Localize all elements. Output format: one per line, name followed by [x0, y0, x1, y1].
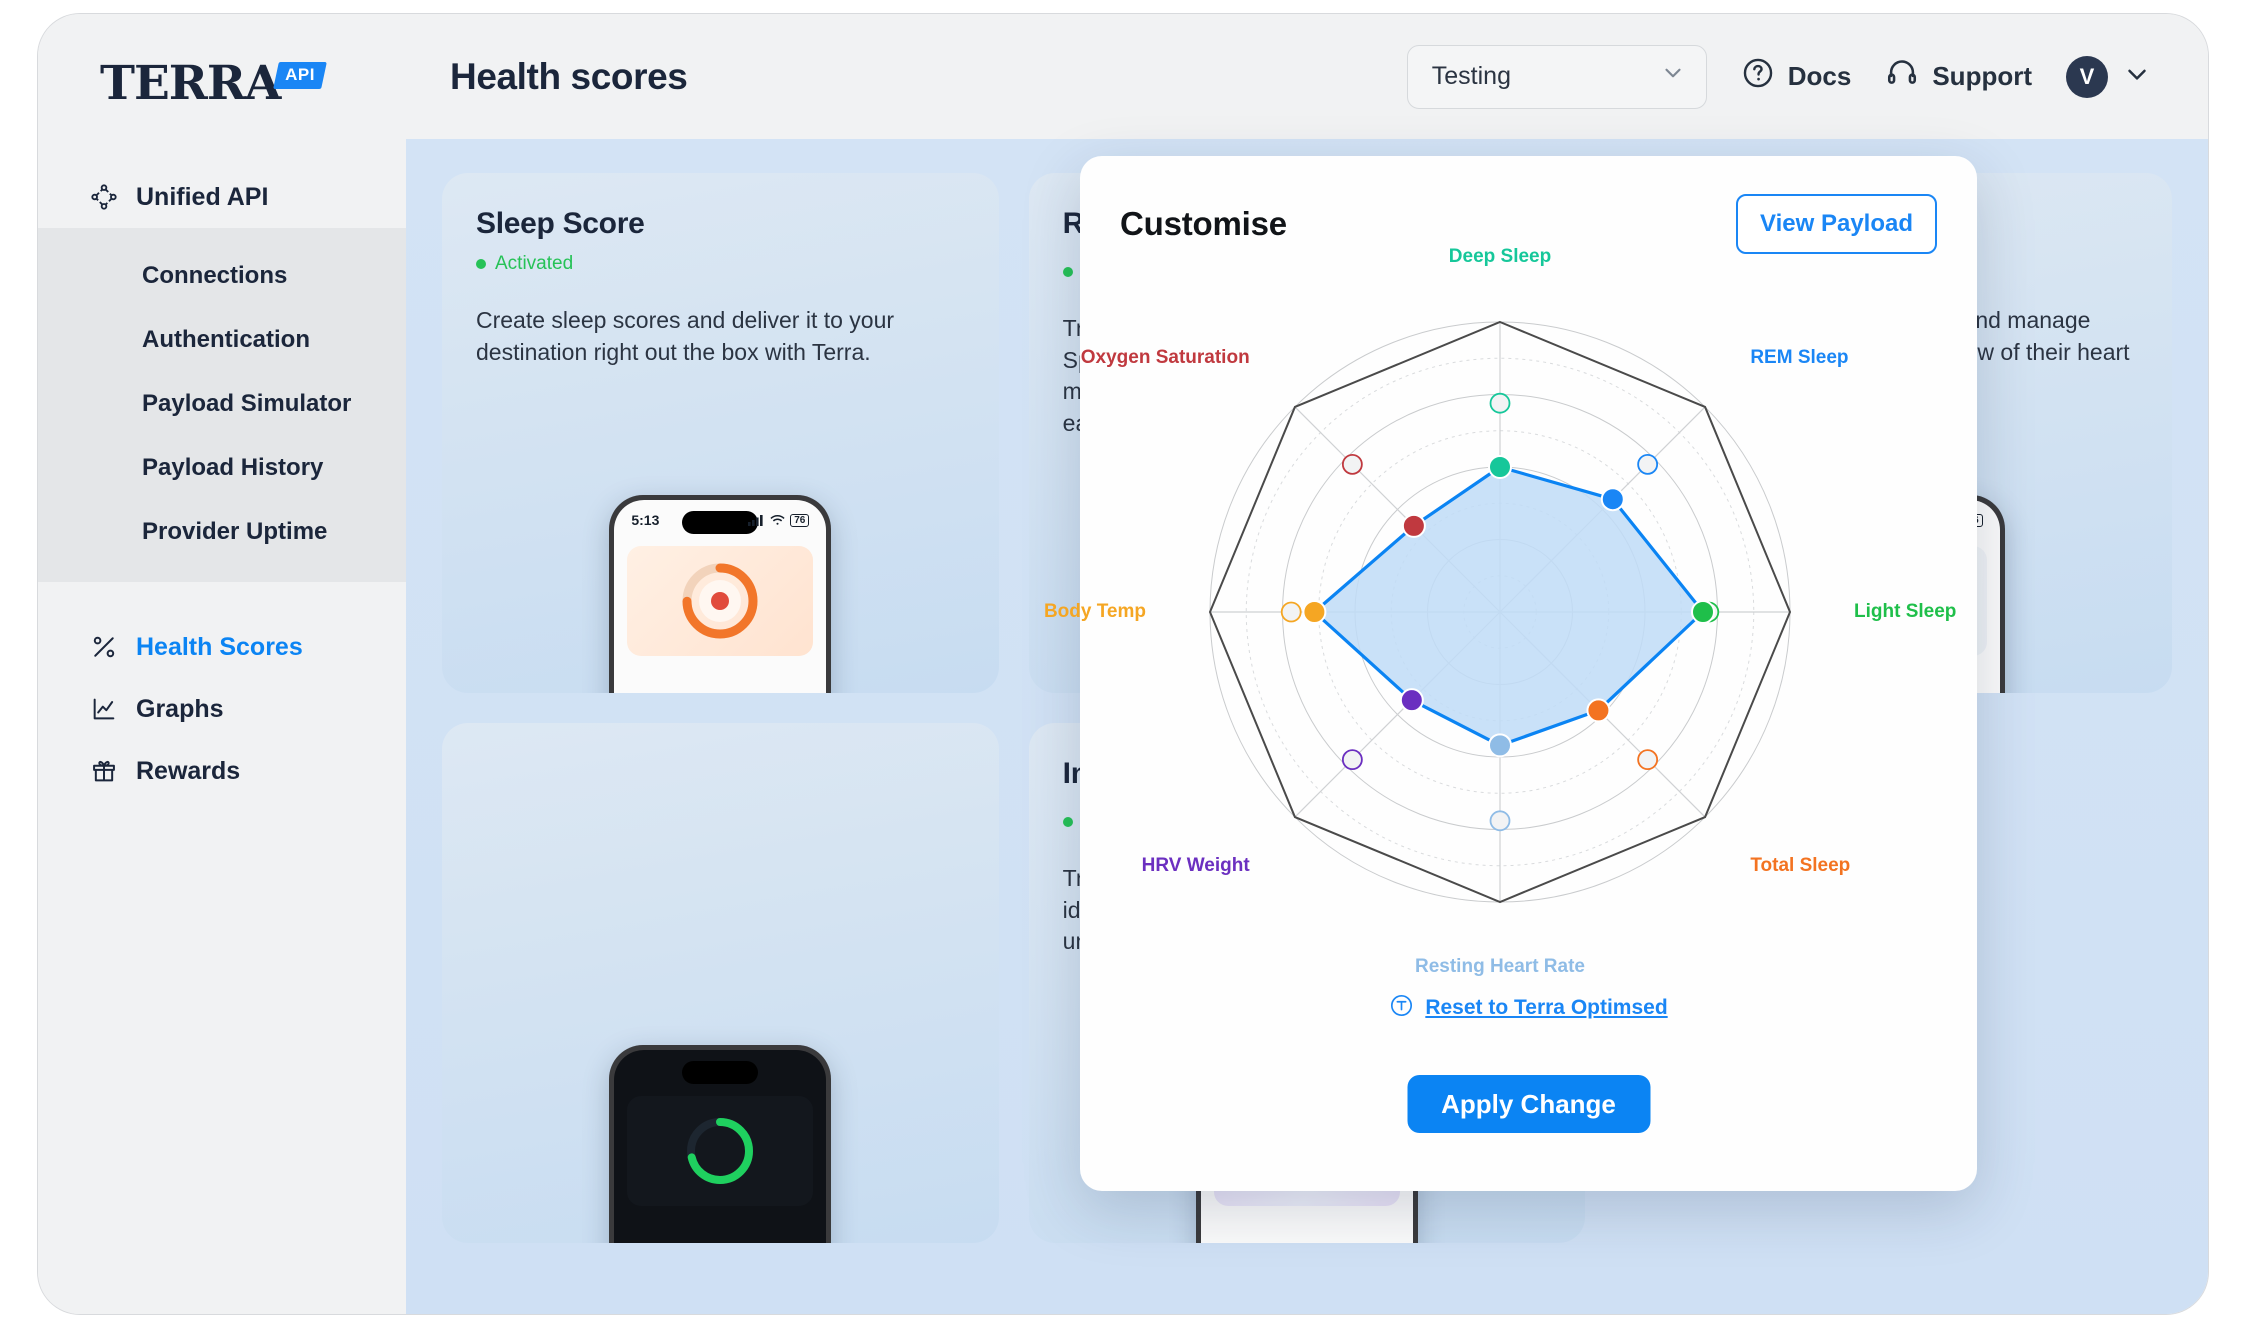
- status-dot-icon: [1062, 817, 1073, 827]
- radar-chart[interactable]: Deep Sleep REM Sleep Light Sleep Total Slee…: [1044, 246, 1956, 977]
- terra-circle-icon: [1389, 993, 1414, 1023]
- phone-screen: [614, 1050, 827, 1243]
- terra-logo[interactable]: TERRA API: [100, 56, 328, 111]
- reset-label: Reset to Terra Optimsed: [1425, 996, 1668, 1019]
- sidebar-subitem-label: Payload Simulator: [142, 390, 352, 417]
- phone-widget-generic: [627, 1096, 814, 1206]
- sleep-ring-graphic: [682, 563, 758, 639]
- sidebar-item-health-scores[interactable]: Health Scores: [38, 616, 406, 678]
- top-bar: Health scores Testing Docs Support V: [406, 14, 2208, 139]
- chevron-down-icon: [1660, 60, 1686, 93]
- score-card-sleep[interactable]: Sleep Score Activated Create sleep score…: [442, 173, 999, 693]
- card-header: Sleep Score: [476, 207, 965, 241]
- sidebar-subitem-label: Provider Uptime: [142, 518, 328, 545]
- card-description: Create sleep scores and deliver it to yo…: [476, 307, 895, 365]
- nav-unified-api-group: Unified API: [38, 166, 406, 228]
- sidebar-main-nav: Health Scores Graphs Rewards: [38, 616, 406, 802]
- sidebar-item-provider-uptime[interactable]: Provider Uptime: [38, 500, 406, 564]
- docs-label: Docs: [1787, 61, 1852, 91]
- customise-modal: Customise View Payload Deep Sleep REM Sle…: [1044, 156, 1977, 1191]
- sidebar-subitem-label: Connections: [142, 262, 288, 289]
- green-ring-graphic: [687, 1118, 754, 1184]
- phone-mockup: [609, 1045, 832, 1243]
- avatar: V: [2066, 55, 2108, 98]
- score-card-center-lower[interactable]: [442, 723, 999, 1243]
- wifi-icon: [770, 514, 785, 525]
- card-title: Sleep Score: [476, 207, 645, 240]
- docs-link[interactable]: Docs: [1741, 56, 1852, 97]
- status-badge: Activated: [476, 253, 965, 275]
- page-title: Health scores: [450, 55, 688, 97]
- phone-time: 5:13: [631, 512, 660, 528]
- logo-wordmark: TERRA: [100, 56, 281, 111]
- sidebar-item-graphs[interactable]: Graphs: [38, 678, 406, 740]
- sidebar-item-connections[interactable]: Connections: [38, 244, 406, 308]
- radar-axis-label: Oxygen Saturation: [1080, 346, 1250, 368]
- modal-title: Customise: [1120, 205, 1287, 242]
- support-link[interactable]: Support: [1885, 56, 2032, 97]
- app-window: TERRA API Unified API Connections Authen…: [38, 14, 2208, 1314]
- radar-axis-label: Resting Heart Rate: [1415, 956, 1585, 977]
- chart-line-icon: [90, 695, 118, 723]
- main-area: Health scores Testing Docs Support V Sle…: [406, 14, 2208, 1314]
- sidebar-item-authentication[interactable]: Authentication: [38, 308, 406, 372]
- status-dot-icon: [476, 259, 486, 269]
- gift-icon: [90, 757, 118, 785]
- sidebar-item-payload-simulator[interactable]: Payload Simulator: [38, 372, 406, 436]
- radar-axis-label: Body Temp: [1043, 601, 1146, 622]
- view-payload-button[interactable]: View Payload: [1736, 194, 1937, 254]
- sidebar-item-payload-history[interactable]: Payload History: [38, 436, 406, 500]
- phone-mockup: 5:13 76: [609, 495, 832, 693]
- environment-select-value: Testing: [1431, 62, 1511, 90]
- phone-screen: 5:13 76: [614, 500, 827, 693]
- status-label: Activated: [495, 253, 574, 274]
- radar-axis-label: Total Sleep: [1750, 855, 1851, 877]
- sidebar-item-label: Rewards: [136, 756, 241, 785]
- radar-axis-label: HRV Weight: [1141, 855, 1250, 877]
- nodes-icon: [90, 183, 118, 211]
- sidebar-item-rewards[interactable]: Rewards: [38, 740, 406, 802]
- support-label: Support: [1932, 61, 2032, 91]
- battery-icon: 76: [790, 513, 810, 527]
- user-menu[interactable]: V: [2066, 55, 2152, 98]
- sidebar-subnav: Connections Authentication Payload Simul…: [38, 228, 406, 582]
- phone-status-bar: 5:13 76: [614, 512, 826, 528]
- sidebar-item-label: Health Scores: [136, 632, 303, 661]
- reset-to-terra-optimised-link[interactable]: Reset to Terra Optimsed: [1080, 993, 1977, 1023]
- headset-icon: [1885, 56, 1919, 97]
- logo-api-badge: API: [273, 62, 328, 89]
- phone-widget-sleep: [627, 546, 814, 656]
- chevron-down-icon: [2122, 59, 2152, 94]
- radar-axis-label: REM Sleep: [1750, 346, 1849, 368]
- radar-axis-label: Deep Sleep: [1448, 246, 1552, 267]
- modal-header: Customise View Payload: [1120, 194, 1937, 254]
- phone-notch: [682, 1061, 759, 1084]
- question-circle-icon: [1741, 56, 1775, 97]
- sidebar-item-unified-api[interactable]: Unified API: [38, 166, 406, 228]
- sidebar-item-label: Unified API: [136, 182, 269, 211]
- sidebar-item-label: Graphs: [136, 694, 224, 723]
- environment-select[interactable]: Testing: [1406, 44, 1707, 109]
- sidebar: TERRA API Unified API Connections Authen…: [38, 14, 406, 1314]
- status-dot-icon: [1062, 267, 1073, 277]
- apply-change-button[interactable]: Apply Change: [1407, 1075, 1650, 1133]
- signal-icon: [748, 515, 763, 526]
- sidebar-subitem-label: Payload History: [142, 454, 324, 481]
- sidebar-subitem-label: Authentication: [142, 326, 310, 353]
- radar-axis-label: Light Sleep: [1854, 601, 1957, 622]
- top-bar-actions: Testing Docs Support V: [1406, 44, 2152, 109]
- percent-icon: [90, 633, 118, 661]
